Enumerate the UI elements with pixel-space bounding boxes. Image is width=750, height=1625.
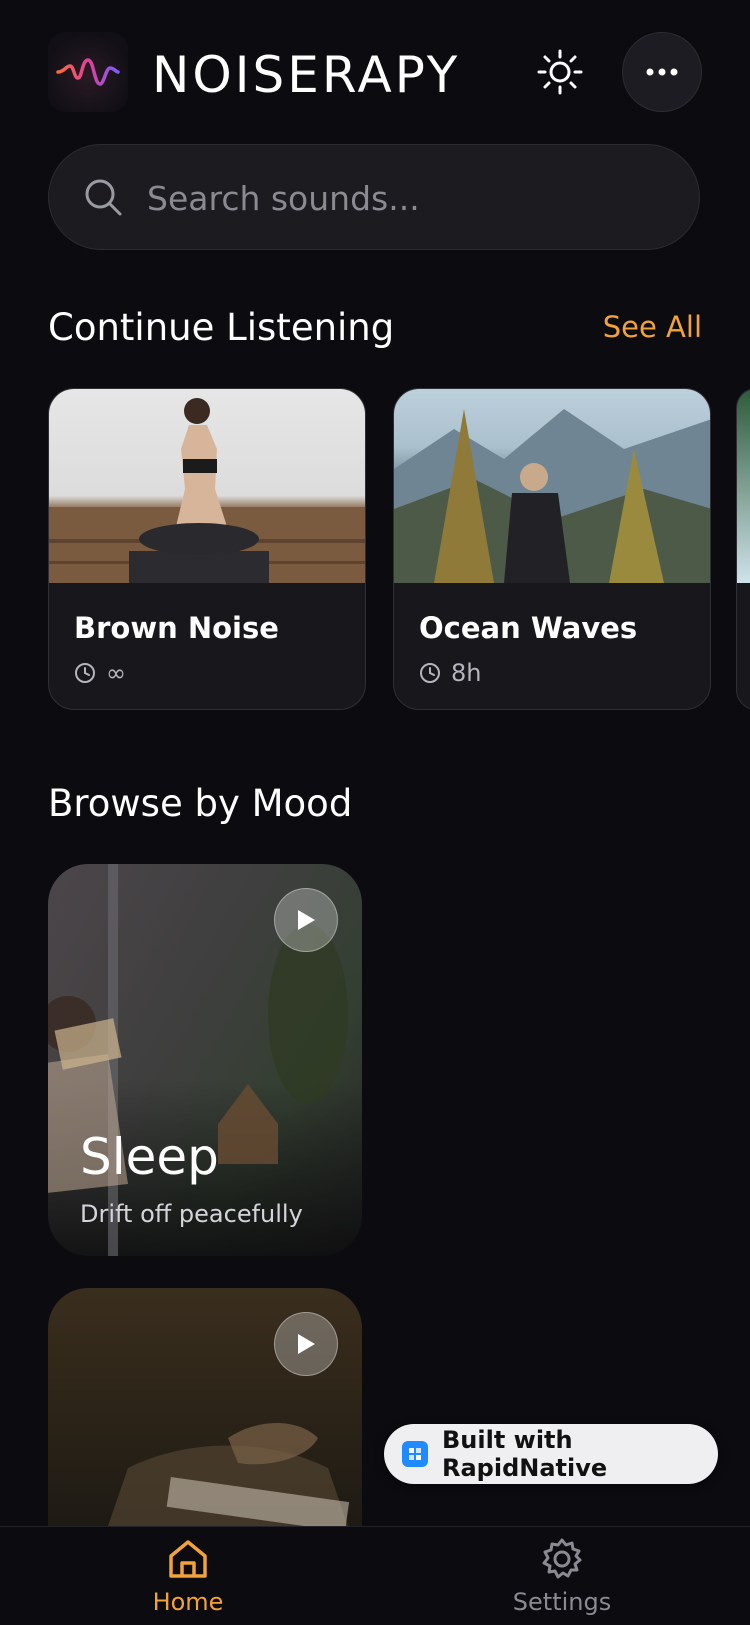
mood-card-focus[interactable] [48, 1288, 362, 1526]
app-logo [48, 32, 128, 112]
mood-title: Sleep [80, 1128, 219, 1186]
continue-card-partial[interactable] [736, 388, 750, 710]
play-icon [298, 1334, 315, 1354]
card-duration: ∞ [74, 659, 126, 687]
play-button[interactable] [274, 1312, 338, 1376]
gear-icon [542, 1538, 582, 1579]
search-bar [48, 144, 700, 251]
mood-subtitle: Drift off peacefully [80, 1200, 303, 1228]
tab-home-label: Home [152, 1588, 224, 1616]
home-icon [169, 1540, 207, 1578]
clock-icon [420, 663, 440, 683]
yoga-photo [49, 398, 365, 583]
more-options-button[interactable] [622, 32, 702, 112]
tab-settings-label: Settings [512, 1588, 612, 1616]
card-thumbnail [737, 389, 750, 583]
theme-toggle-button[interactable] [536, 48, 584, 96]
play-icon [298, 910, 315, 930]
continue-card-ocean-waves[interactable]: Ocean Waves 8h [393, 388, 711, 710]
card-duration: 8h [419, 659, 481, 687]
more-icon [646, 68, 678, 76]
search-input[interactable] [145, 145, 669, 251]
card-thumbnail [394, 389, 710, 583]
duration-value: 8h [451, 659, 482, 687]
mountain-photo [394, 409, 710, 583]
card-title: Brown Noise [74, 611, 279, 645]
built-with-badge[interactable]: Built with RapidNative [384, 1424, 718, 1484]
search-icon [85, 179, 122, 216]
tab-settings[interactable]: Settings [472, 1537, 652, 1616]
play-button[interactable] [274, 888, 338, 952]
card-title: Ocean Waves [419, 611, 638, 645]
card-thumbnail [49, 389, 365, 583]
rapidnative-logo-icon [402, 1441, 428, 1467]
header: NOISERAPY [48, 32, 702, 112]
badge-label: Built with RapidNative [442, 1426, 608, 1482]
tab-home[interactable]: Home [98, 1537, 278, 1616]
app-title: NOISERAPY [152, 46, 461, 104]
continue-listening-title: Continue Listening [48, 306, 395, 349]
browse-by-mood-title: Browse by Mood [48, 782, 353, 825]
mood-card-sleep[interactable]: Sleep Drift off peacefully [48, 864, 362, 1256]
bottom-tab-bar: Home Settings [0, 1526, 750, 1625]
sun-icon [537, 49, 583, 95]
waveform-logo-icon [56, 58, 120, 86]
continue-card-brown-noise[interactable]: Brown Noise ∞ [48, 388, 366, 710]
see-all-link[interactable]: See All [603, 310, 702, 344]
duration-value: ∞ [106, 659, 126, 687]
clock-icon [75, 663, 95, 683]
